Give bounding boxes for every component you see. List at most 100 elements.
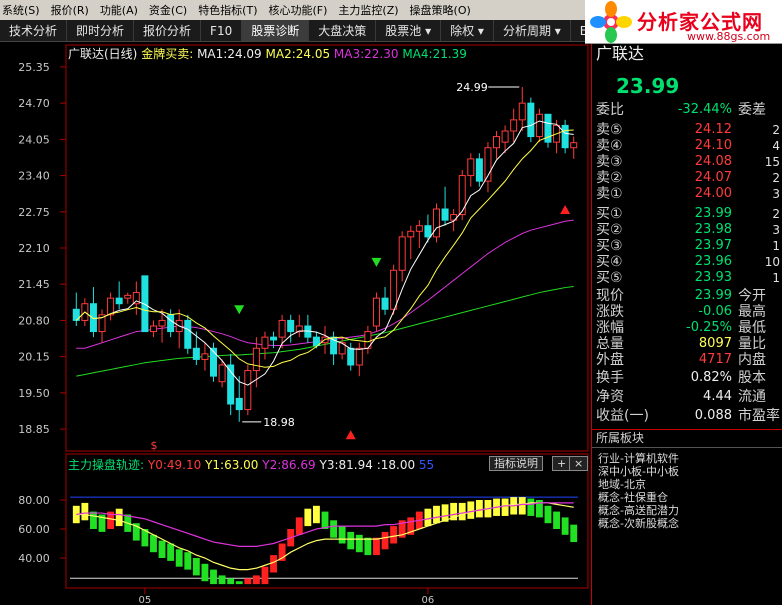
candle-body <box>535 113 543 138</box>
indicator-bar <box>355 534 363 553</box>
candle-body <box>432 208 440 238</box>
menu-item-quote[interactable]: 报价(R) <box>49 2 98 18</box>
menu-item-monitor[interactable]: 主力监控(Z) <box>336 2 407 18</box>
candle-body <box>227 364 235 405</box>
indicator-bar <box>261 566 269 585</box>
stat-row: 外盘 4717 内盘 <box>596 352 782 368</box>
weibi-row: 委比 -32.44% 委差 <box>596 102 782 118</box>
stat-label-2: 内盘 <box>738 352 766 368</box>
tab-f10[interactable]: F10 <box>201 20 243 41</box>
indicator-bar <box>561 517 569 535</box>
ma3-label: MA3:22.30 <box>333 47 399 61</box>
stat-value: 0.82% <box>690 370 732 385</box>
ask-label: 卖① <box>596 186 623 202</box>
indicator-bar <box>373 537 380 556</box>
price-tick-label: 25.35 <box>18 61 50 74</box>
indicator-bar <box>433 505 440 524</box>
indicator-bar <box>175 549 183 567</box>
bid-volume: 10 <box>764 255 780 269</box>
bid-label: 买② <box>596 222 623 238</box>
menu-item-core-function[interactable]: 核心功能(F) <box>267 2 337 18</box>
candle-body <box>270 336 278 341</box>
tab-diagnosis[interactable]: 股票诊断 <box>242 20 310 41</box>
indicator-bar <box>227 578 235 585</box>
menu-item-special-indicator[interactable]: 特色指标(T) <box>196 2 266 18</box>
indicator-bar <box>304 508 312 527</box>
divider <box>592 447 782 448</box>
bid-row: 买⑤ 23.93 1 <box>596 270 782 286</box>
tab-quote-analysis[interactable]: 报价分析 <box>134 20 202 41</box>
tab-realtime[interactable]: 即时分析 <box>67 20 135 41</box>
tab-period[interactable]: 分析周期 ▾ <box>494 20 571 41</box>
stat-label-2: 量比 <box>738 336 766 352</box>
bid-price: 23.98 <box>694 222 732 237</box>
candle-body <box>381 297 389 310</box>
ask-price: 24.08 <box>694 154 732 169</box>
indicator-chart[interactable]: 80.00 60.00 40.00 05 06 <box>0 453 590 605</box>
stat-label: 涨幅 <box>596 320 624 336</box>
low-price-label: 18.98 <box>263 416 295 429</box>
close-icon[interactable]: × <box>569 456 589 471</box>
menu-item-function[interactable]: 功能(A) <box>98 2 147 18</box>
dollar-marker: $ <box>150 439 157 452</box>
indicator-explain-button[interactable]: 指标说明 <box>489 456 543 471</box>
stat-value: 4.44 <box>703 389 732 404</box>
stat-label-2: 流通 <box>738 389 766 405</box>
candle-body <box>475 158 483 182</box>
ask-price: 24.07 <box>694 170 732 185</box>
menu-item-strategy[interactable]: 操盘策略(O) <box>408 2 480 18</box>
tab-ex-rights[interactable]: 除权 ▾ <box>441 20 494 41</box>
bid-row: 买④ 23.96 10 <box>596 254 782 270</box>
menu-item-funds[interactable]: 资金(C) <box>147 2 196 18</box>
kline-chart[interactable]: 25.35 24.70 24.05 23.40 22.75 22.10 21.45 20.80… <box>0 43 590 453</box>
tab-stock-pool[interactable]: 股票池 ▾ <box>376 20 442 41</box>
bid-price: 23.97 <box>694 238 732 253</box>
sector-item[interactable]: 概念-次新股概念 <box>598 515 679 531</box>
ask-label: 卖② <box>596 170 623 186</box>
high-price-label: 24.99 <box>456 81 488 94</box>
indicator-bar <box>518 497 526 515</box>
stat2-row: 换手 0.82% 股本 <box>596 370 782 386</box>
bid-label: 买③ <box>596 238 623 254</box>
date-label: 05 <box>139 595 152 605</box>
ask-row: 卖⑤ 24.12 2 <box>596 122 782 138</box>
candle-body <box>184 319 192 349</box>
indicator-bar <box>527 498 535 516</box>
candle-body <box>278 319 286 338</box>
tab-tech-analysis[interactable]: 技术分析 <box>0 20 68 41</box>
candle-body <box>570 142 578 149</box>
ma2-label: MA2:24.05 <box>265 47 331 61</box>
price-tick-label: 22.75 <box>18 206 50 219</box>
candle-body <box>561 124 569 149</box>
price-tick-label: 23.40 <box>18 170 50 183</box>
indicator-bar <box>458 502 466 521</box>
ask-volume: 2 <box>772 171 780 185</box>
extra-value: :18.00 <box>376 458 416 472</box>
candle-body <box>407 230 415 238</box>
indicator-title-bar: 主力操盘轨迹: Y0:49.10 Y1:63.00 Y2:86.69 Y3:81… <box>68 456 434 473</box>
ask-price: 24.00 <box>694 186 732 201</box>
indicator-bar <box>467 501 475 519</box>
ask-volume: 2 <box>772 123 780 137</box>
extra-value-2: 55 <box>418 458 435 472</box>
tab-market-decision[interactable]: 大盘决策 <box>309 20 377 41</box>
candle-body <box>347 347 355 366</box>
candle-body <box>441 208 449 221</box>
indicator-bar <box>115 508 123 527</box>
indicator-bar <box>244 578 252 585</box>
menu-item-system[interactable]: 系统(S) <box>0 2 49 18</box>
price-tick-label: 24.05 <box>18 133 50 146</box>
price-tick-label: 22.10 <box>18 242 50 255</box>
stat-label-2: 股本 <box>738 370 766 386</box>
weicha-label: 委差 <box>738 102 766 118</box>
sell-signal-icon <box>234 305 245 315</box>
weibi-value: -32.44% <box>677 102 732 117</box>
indicator-bar <box>338 526 346 544</box>
stat-label-2: 最高 <box>738 304 766 320</box>
bid-price: 23.96 <box>694 254 732 269</box>
sell-signal-icon <box>371 257 382 267</box>
bid-label: 买⑤ <box>596 270 623 286</box>
stock-period-label: 广联达(日线) <box>68 47 138 61</box>
site-logo: 分析家公式网 www.88gs.com <box>585 0 782 44</box>
date-label: 06 <box>422 595 435 605</box>
